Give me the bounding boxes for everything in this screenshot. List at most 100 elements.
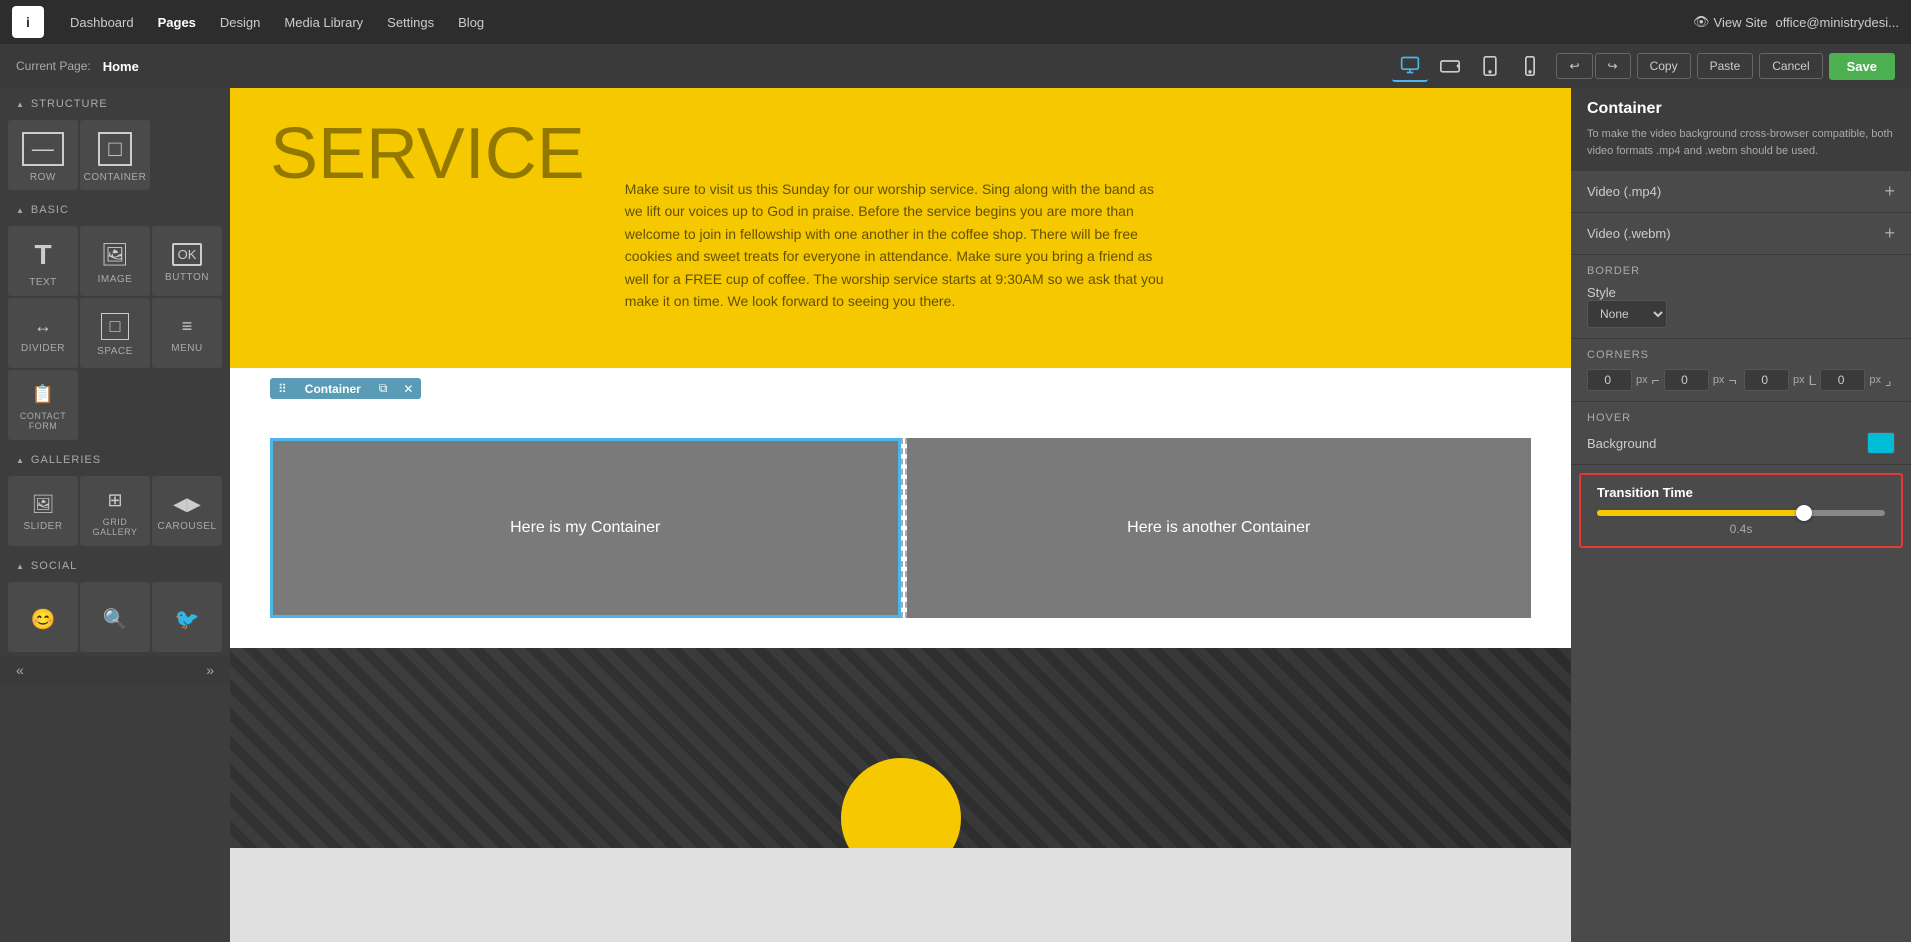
social-section-label: SOCIAL xyxy=(0,550,230,578)
widget-carousel[interactable]: ◀▶ CAROUSEL xyxy=(152,476,222,546)
widget-row[interactable]: — ROW xyxy=(8,120,78,190)
container-delete-button[interactable]: ✕ xyxy=(395,379,421,399)
corner-bl-icon: L xyxy=(1809,372,1817,388)
widget-social-1[interactable]: 😊 xyxy=(8,582,78,652)
carousel-icon: ◀▶ xyxy=(173,494,201,515)
corner-bl-unit: px xyxy=(1793,374,1805,386)
video-mp4-section: Video (.mp4) + xyxy=(1571,171,1911,213)
current-page-name: Home xyxy=(103,59,139,74)
container-copy-button[interactable]: ⧉ xyxy=(371,378,396,399)
yellow-text: Make sure to visit us this Sunday for ou… xyxy=(625,118,1175,312)
widget-image[interactable]: 🖼 IMAGE xyxy=(80,226,150,296)
carousel-label: CAROUSEL xyxy=(157,521,216,532)
corner-tl-input[interactable] xyxy=(1587,369,1632,391)
background-color-swatch[interactable] xyxy=(1867,432,1895,454)
containers-row: Here is my Container Here is another Con… xyxy=(270,438,1531,618)
row-label: ROW xyxy=(30,172,56,183)
container-box-2[interactable]: Here is another Container xyxy=(907,438,1532,618)
sidebar-next-arrow[interactable]: » xyxy=(206,662,214,678)
widget-slider[interactable]: 🖼 SLIDER xyxy=(8,476,78,546)
transition-slider-fill xyxy=(1597,510,1804,516)
drag-dots-icon: ⠿ xyxy=(278,382,287,396)
social-icon-1: 😊 xyxy=(31,607,56,632)
button-label: BUTTON xyxy=(165,272,209,283)
paste-button[interactable]: Paste xyxy=(1697,53,1754,79)
widget-text[interactable]: T TEXT xyxy=(8,226,78,296)
widget-container[interactable]: □ CONTAINER xyxy=(80,120,151,190)
corner-br-icon: ⌟ xyxy=(1885,372,1892,389)
nav-blog[interactable]: Blog xyxy=(448,11,494,34)
container-box-1-text: Here is my Container xyxy=(510,519,660,537)
undo-button[interactable]: ↩ xyxy=(1556,53,1592,79)
container-box-2-text: Here is another Container xyxy=(1127,519,1310,537)
nav-design[interactable]: Design xyxy=(210,11,270,34)
container-drag-handle[interactable]: ⠿ xyxy=(270,379,295,399)
photo-section xyxy=(230,648,1571,848)
border-style-select[interactable]: None Solid Dashed Dotted xyxy=(1587,300,1667,328)
nav-pages[interactable]: Pages xyxy=(148,11,206,34)
widget-button[interactable]: OK BUTTON xyxy=(152,226,222,296)
widget-contact-form[interactable]: 📋 CONTACT FORM xyxy=(8,370,78,440)
divider-label: DIVIDER xyxy=(21,343,65,354)
corners-section: CORNERS px ⌐ px ¬ px L px ⌟ xyxy=(1571,339,1911,402)
tablet-portrait-device-button[interactable] xyxy=(1472,50,1508,82)
container-toolbar-label: Container xyxy=(295,379,371,399)
widget-menu[interactable]: ≡ MENU xyxy=(152,298,222,368)
widget-grid-gallery[interactable]: ⊞ GRID GALLERY xyxy=(80,476,150,546)
video-webm-label: Video (.webm) xyxy=(1587,226,1671,241)
social-widget-grid: 😊 🔍 🐦 xyxy=(0,578,230,656)
corner-br-input[interactable] xyxy=(1820,369,1865,391)
galleries-section-label: GALLERIES xyxy=(0,444,230,472)
video-webm-add-button[interactable]: + xyxy=(1884,223,1895,244)
widget-space[interactable]: □ SPACE xyxy=(80,298,150,368)
grid-gallery-icon: ⊞ xyxy=(107,490,122,511)
border-label: BORDER xyxy=(1587,265,1895,277)
transition-value: 0.4s xyxy=(1597,522,1885,536)
corner-tl-icon: ⌐ xyxy=(1652,372,1660,388)
redo-button[interactable]: ↪ xyxy=(1595,53,1631,79)
corners-label: CORNERS xyxy=(1587,349,1895,361)
tablet-landscape-device-button[interactable] xyxy=(1432,50,1468,82)
corner-tr-icon: ¬ xyxy=(1728,372,1736,388)
cancel-button[interactable]: Cancel xyxy=(1759,53,1822,79)
corner-tr-input[interactable] xyxy=(1664,369,1709,391)
container-label: CONTAINER xyxy=(84,172,147,183)
transition-section: Transition Time 0.4s xyxy=(1579,473,1903,548)
corner-tl-row: px ⌐ px ¬ xyxy=(1587,369,1738,391)
nav-dashboard[interactable]: Dashboard xyxy=(60,11,144,34)
menu-icon: ≡ xyxy=(182,316,193,337)
corner-bl-input[interactable] xyxy=(1744,369,1789,391)
social-icon-2: 🔍 xyxy=(103,607,128,632)
sidebar-prev-arrow[interactable]: « xyxy=(16,662,24,678)
mobile-device-button[interactable] xyxy=(1512,50,1548,82)
space-icon: □ xyxy=(101,313,130,340)
copy-button[interactable]: Copy xyxy=(1637,53,1691,79)
slider-label: SLIDER xyxy=(23,521,62,532)
widget-social-3[interactable]: 🐦 xyxy=(152,582,222,652)
save-button[interactable]: Save xyxy=(1829,53,1895,80)
nav-media-library[interactable]: Media Library xyxy=(274,11,373,34)
view-site-button[interactable]: 👁 View Site xyxy=(1693,14,1767,30)
transition-slider-thumb[interactable] xyxy=(1796,505,1812,521)
white-section[interactable]: ⠿ Container ⧉ ✕ Here is my Container Her… xyxy=(230,368,1571,648)
contact-form-label: CONTACT FORM xyxy=(12,411,74,431)
video-mp4-add-button[interactable]: + xyxy=(1884,181,1895,202)
container-box-1[interactable]: Here is my Container xyxy=(270,438,901,618)
desktop-device-button[interactable] xyxy=(1392,50,1428,82)
nav-settings[interactable]: Settings xyxy=(377,11,444,34)
video-mp4-label: Video (.mp4) xyxy=(1587,184,1661,199)
divider-icon: ↔ xyxy=(34,316,52,337)
widget-divider[interactable]: ↔ DIVIDER xyxy=(8,298,78,368)
right-panel-header: Container To make the video background c… xyxy=(1571,88,1911,171)
transition-slider-track[interactable] xyxy=(1597,510,1885,516)
video-webm-section: Video (.webm) + xyxy=(1571,213,1911,255)
image-label: IMAGE xyxy=(98,274,133,285)
structure-widget-grid: — ROW □ CONTAINER xyxy=(0,116,230,194)
structure-section-label: STRUCTURE xyxy=(0,88,230,116)
hover-label: HOVER xyxy=(1587,412,1895,424)
grid-gallery-label: GRID GALLERY xyxy=(84,517,146,537)
row-icon: — xyxy=(22,132,64,166)
view-site-label: View Site xyxy=(1714,15,1768,30)
widget-social-2[interactable]: 🔍 xyxy=(80,582,150,652)
text-icon: T xyxy=(34,239,51,271)
